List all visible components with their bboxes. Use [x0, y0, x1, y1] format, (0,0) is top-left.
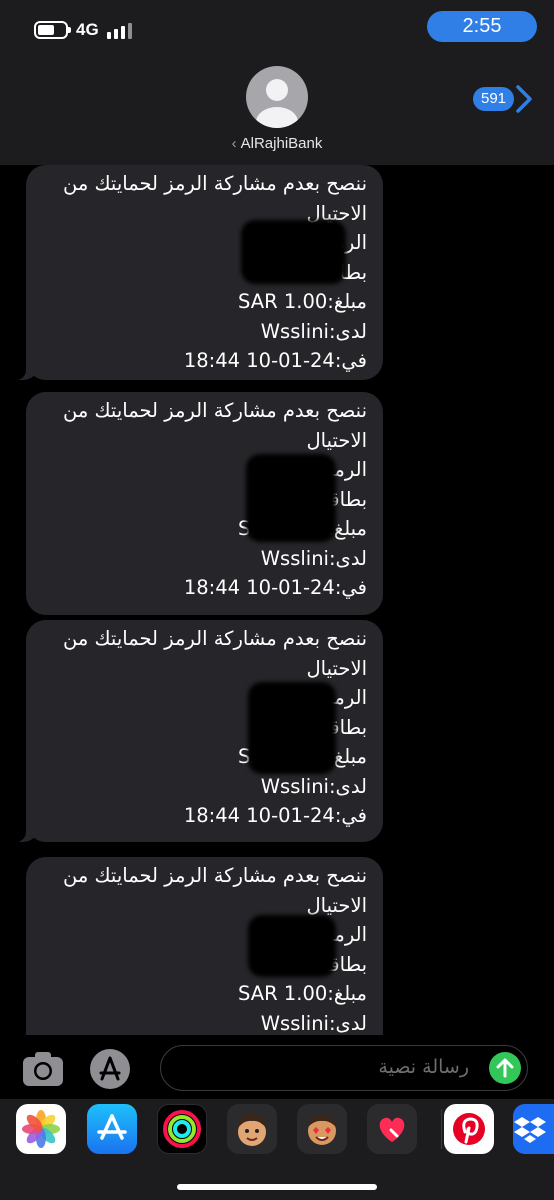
camera-icon[interactable]: [22, 1050, 64, 1088]
message-merchant: لدى:Wsslini: [260, 774, 367, 798]
app-store-logo-icon: [97, 1114, 127, 1140]
redaction-scribble: [248, 682, 336, 774]
status-time[interactable]: 2:55: [427, 11, 537, 42]
message-bubble[interactable]: ننصح بعدم مشاركة الرمز لحمايتك من الاحتي…: [12, 165, 383, 380]
message-date: في:24-01-10 18:44: [183, 804, 367, 827]
memoji-stickers-icon[interactable]: [297, 1104, 347, 1154]
signal-bars-icon: [106, 21, 132, 39]
memoji-heart-eyes-icon: [308, 1114, 336, 1145]
arrow-up-icon: [496, 1058, 514, 1078]
contact-name: AlRajhiBank: [240, 135, 323, 152]
send-arrow-icon[interactable]: [489, 1052, 521, 1084]
message-merchant: لدى:Wsslini: [260, 546, 367, 570]
memoji-face-icon: [238, 1113, 266, 1146]
message-date: في:24-01-10 18:44: [183, 349, 367, 372]
message-merchant: لدى:Wsslini: [260, 319, 367, 343]
battery-icon: [34, 21, 71, 39]
message-input[interactable]: رسالة نصية: [160, 1045, 528, 1091]
message-amount: مبلغ:SAR 1.00: [238, 982, 367, 1005]
photos-icon[interactable]: [16, 1104, 66, 1154]
message-line: الاحتيال: [306, 428, 367, 452]
contact-name-row[interactable]: ‹ AlRajhiBank: [0, 135, 554, 152]
app-drawer-divider: [441, 1109, 442, 1149]
activity-icon[interactable]: [157, 1104, 207, 1154]
message-line: ننصح بعدم مشاركة الرمز لحمايتك من: [63, 399, 367, 422]
app-store-icon[interactable]: [87, 1104, 137, 1154]
chevron-left-icon: ‹: [231, 135, 237, 152]
pinterest-icon[interactable]: [444, 1104, 494, 1154]
back-unread-count[interactable]: 591: [473, 87, 515, 111]
message-amount: مبلغ:SAR 1.00: [238, 290, 367, 313]
redaction-scribble: [246, 454, 336, 542]
contact-avatar[interactable]: [246, 66, 308, 128]
heart-icon: [379, 1117, 405, 1142]
message-bubble[interactable]: ننصح بعدم مشاركة الرمز لحمايتك من الاحتي…: [26, 392, 383, 615]
person-icon: [256, 79, 298, 128]
message-placeholder: رسالة نصية: [378, 1056, 469, 1078]
message-line: ننصح بعدم مشاركة الرمز لحمايتك من: [63, 864, 367, 887]
memoji-icon[interactable]: [227, 1104, 277, 1154]
message-line: ننصح بعدم مشاركة الرمز لحمايتك من: [63, 172, 367, 195]
app-store-glyph-icon: [99, 1056, 121, 1081]
digital-touch-icon[interactable]: [367, 1104, 417, 1154]
message-line: الاحتيال: [306, 656, 367, 680]
message-bubble[interactable]: ننصح بعدم مشاركة الرمز لحمايتك من الاحتي…: [26, 857, 383, 1035]
dropbox-icon[interactable]: [513, 1104, 554, 1154]
status-bar-left: 4G: [34, 20, 132, 40]
redaction-scribble: [248, 915, 336, 977]
conversation-header: 4G 2:55 591 ‹ AlRajhiBank: [0, 0, 554, 165]
message-line: ننصح بعدم مشاركة الرمز لحمايتك من: [63, 627, 367, 650]
message-bubble[interactable]: ننصح بعدم مشاركة الرمز لحمايتك من الاحتي…: [12, 620, 383, 842]
message-merchant: لدى:Wsslini: [260, 1011, 367, 1035]
message-date: في:24-01-10 18:44: [183, 576, 367, 599]
photos-flower-icon: [22, 1110, 60, 1148]
dropbox-logo-icon: [514, 1117, 546, 1143]
activity-rings-icon: [163, 1110, 201, 1148]
home-indicator[interactable]: [177, 1184, 377, 1190]
chevron-right-icon[interactable]: [514, 84, 534, 114]
app-store-icon[interactable]: [90, 1049, 130, 1089]
redaction-scribble: [241, 220, 346, 284]
message-thread[interactable]: ننصح بعدم مشاركة الرمز لحمايتك من الاحتي…: [0, 165, 554, 1035]
network-type: 4G: [76, 20, 99, 39]
pinterest-logo-icon: [453, 1113, 485, 1145]
